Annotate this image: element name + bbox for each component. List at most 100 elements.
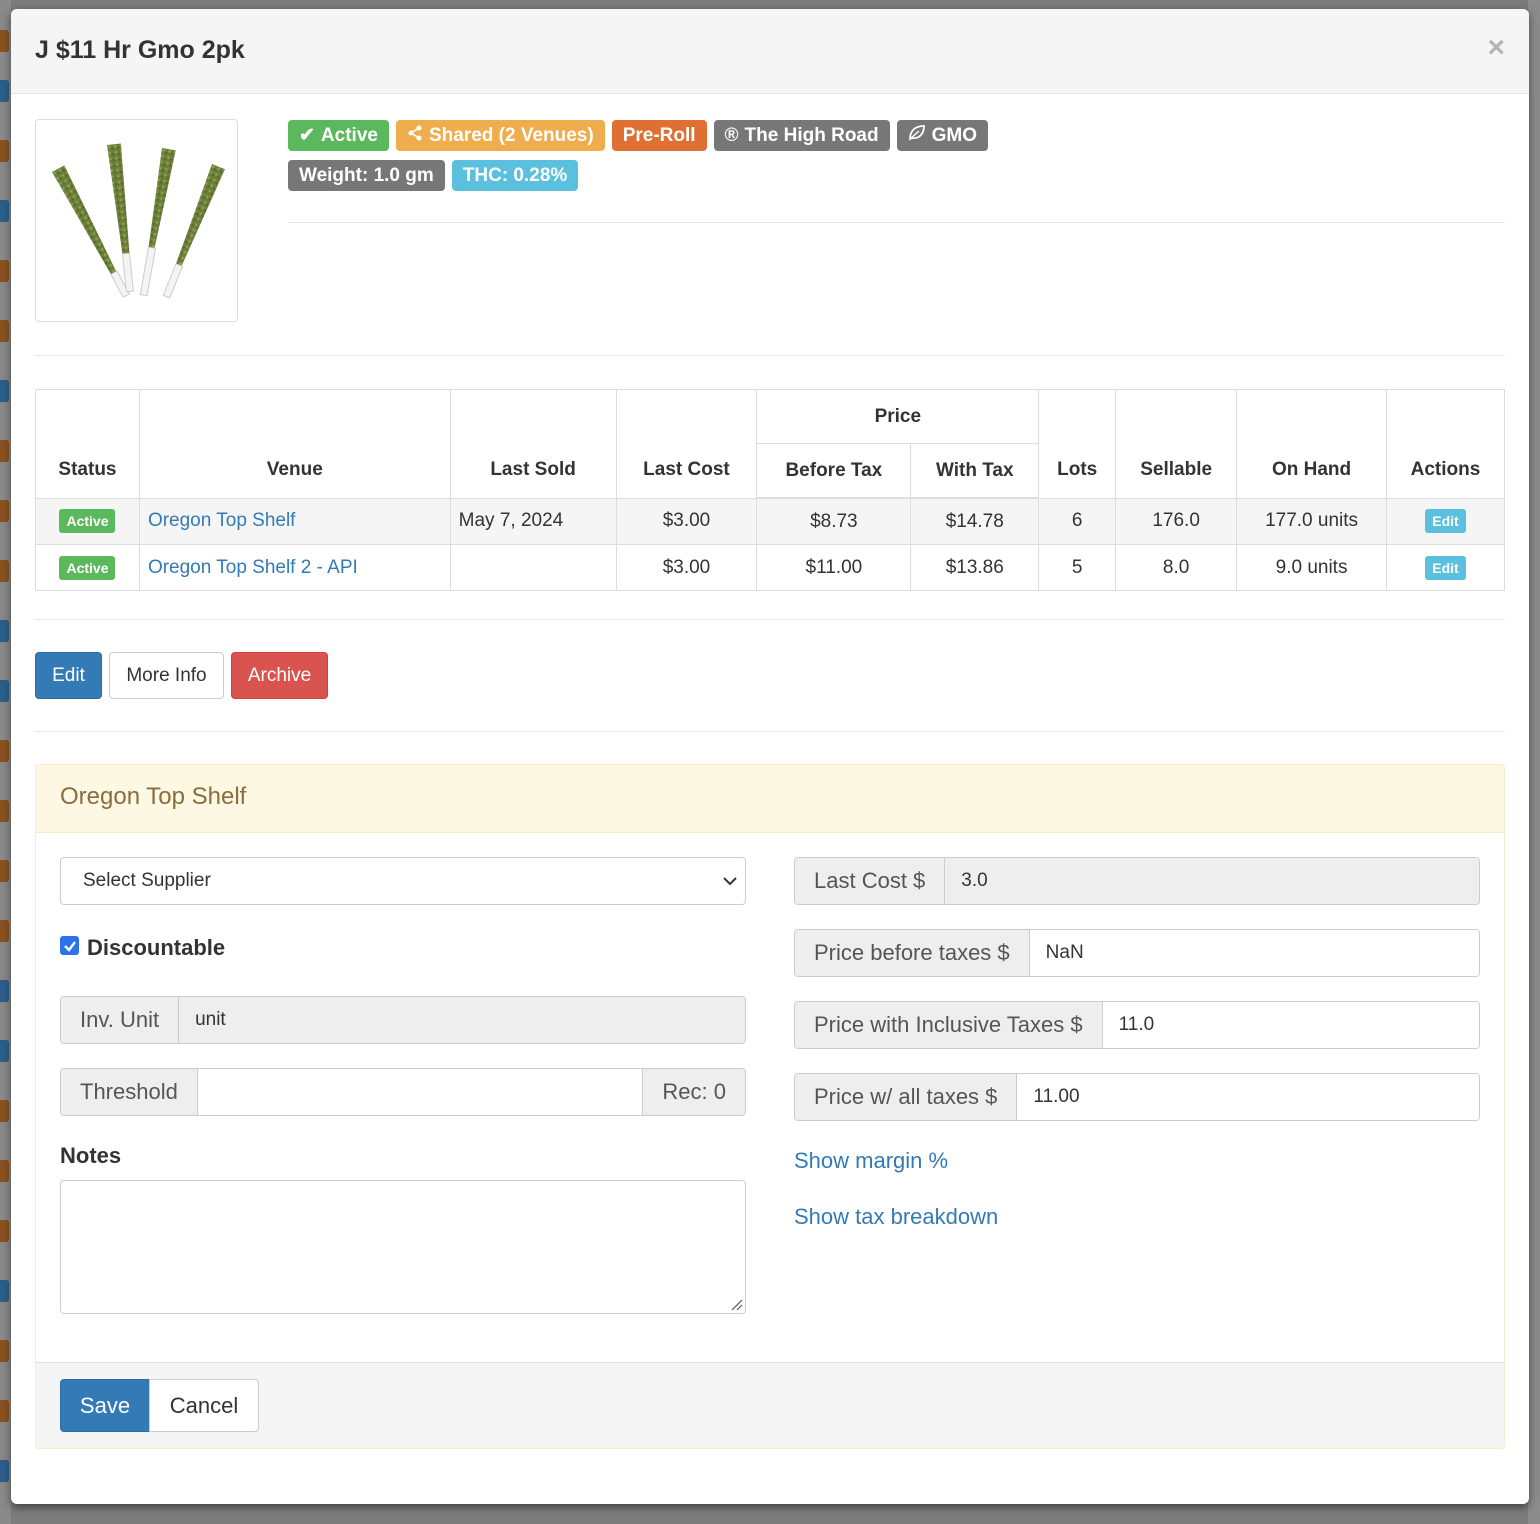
row-edit-button[interactable]: Edit [1425,555,1466,580]
price-before-taxes-group: Price before taxes $ NaN [794,929,1480,977]
last-cost-group: Last Cost $ 3.0 [794,857,1480,905]
divider [35,355,1505,356]
background-row-marker [0,980,9,1002]
background-row-marker [0,500,9,522]
background-row-marker [0,140,9,162]
venue-link[interactable]: Oregon Top Shelf [148,510,296,531]
last-sold-cell [449,544,617,591]
status-badge: Active [59,509,116,534]
table-row: Active Oregon Top Shelf May 7, 2024 $3.0… [35,497,1506,545]
background-row-marker [0,620,9,642]
background-row-marker [0,200,9,222]
inv-unit-field: unit [179,997,745,1043]
notes-label: Notes [60,1143,122,1168]
background-row-marker [0,1400,9,1422]
price-inclusive-taxes-label: Price with Inclusive Taxes $ [795,1002,1103,1048]
cancel-button[interactable]: Cancel [149,1379,259,1432]
share-icon [407,125,423,147]
background-row-marker [0,860,9,882]
inv-unit-label: Inv. Unit [61,997,180,1043]
badge-row-1: ✔ Active Shared (2 Venues) Pre-Roll ® Th… [288,120,988,151]
header-before-tax: Before Tax [756,443,912,499]
sellable-cell: 8.0 [1115,544,1238,591]
badge-row-2: Weight: 1.0 gm THC: 0.28% [288,160,579,191]
supplier-select[interactable]: Select Supplier [60,857,746,905]
category-badge: Pre-Roll [611,120,707,151]
background-row-marker [0,320,9,342]
background-row-marker [0,560,9,582]
show-tax-breakdown-link[interactable]: Show tax breakdown [794,1204,998,1230]
venues-table: Status Venue Last Sold Last Cost Price L… [35,389,1506,591]
divider [288,222,1505,223]
lots-cell: 6 [1038,497,1117,545]
background-row-marker [0,260,9,282]
show-margin-link[interactable]: Show margin % [794,1148,948,1174]
preroll-image [52,143,225,299]
price-before-taxes-input[interactable]: NaN [1029,930,1479,976]
on-hand-cell: 177.0 units [1236,497,1387,545]
close-icon[interactable]: × [1487,33,1505,63]
background-row-marker [0,380,9,402]
modal-header: J $11 Hr Gmo 2pk × [11,9,1529,94]
background-row-marker [0,1460,9,1482]
background-row-marker [0,1100,9,1122]
background-row-marker [0,1160,9,1182]
rec-label: Rec: 0 [642,1069,745,1115]
divider [35,619,1505,620]
last-cost-cell: $3.00 [615,497,758,545]
header-with-tax: With Tax [910,443,1040,499]
header-venue: Venue [138,389,451,499]
panel-heading: Oregon Top Shelf [36,765,1504,833]
check-icon: ✔ [299,125,315,146]
notes-textarea[interactable] [60,1180,746,1314]
background-row-marker [0,920,9,942]
archive-button[interactable]: Archive [231,652,328,699]
chevron-down-icon [723,877,737,886]
background-row-marker [0,800,9,822]
edit-button[interactable]: Edit [35,652,102,699]
background-row-marker [0,1340,9,1362]
modal-title: J $11 Hr Gmo 2pk [35,36,245,64]
weight-badge: Weight: 1.0 gm [288,160,445,191]
background-row-marker [0,740,9,762]
check-icon [63,940,76,952]
panel-title: Oregon Top Shelf [60,783,247,810]
venue-link[interactable]: Oregon Top Shelf 2 - API [148,557,358,578]
threshold-label: Threshold [61,1069,198,1115]
before-tax-cell: $8.73 [756,497,912,545]
with-tax-cell: $14.78 [910,497,1040,545]
last-cost-cell: $3.00 [615,544,758,591]
price-inclusive-taxes-input[interactable]: 11.0 [1102,1002,1479,1048]
background-row-marker [0,680,9,702]
product-image [35,119,238,322]
price-all-taxes-input[interactable]: 11.00 [1017,1074,1479,1120]
resize-handle-icon[interactable] [729,1297,743,1311]
brand-badge: ® The High Road [713,120,890,151]
header-last-cost: Last Cost [615,389,758,499]
with-tax-cell: $13.86 [910,544,1040,591]
price-before-taxes-label: Price before taxes $ [795,930,1030,976]
inv-unit-group: Inv. Unit unit [60,996,746,1044]
more-info-button[interactable]: More Info [109,652,224,699]
save-button[interactable]: Save [60,1379,150,1432]
row-edit-button[interactable]: Edit [1425,509,1466,534]
price-all-taxes-label: Price w/ all taxes $ [795,1074,1018,1120]
discountable-checkbox[interactable] [60,936,79,955]
lots-cell: 5 [1038,544,1117,591]
background-row-marker [0,1220,9,1242]
background-page-right [1528,0,1540,1524]
header-lots: Lots [1038,389,1117,499]
header-last-sold: Last Sold [449,389,617,499]
threshold-input[interactable] [197,1069,643,1115]
before-tax-cell: $11.00 [756,544,912,591]
header-status: Status [35,389,140,499]
background-row-marker [0,80,9,102]
sellable-cell: 176.0 [1115,497,1238,545]
status-badge: ✔ Active [288,120,389,151]
table-row: Active Oregon Top Shelf 2 - API $3.00 $1… [35,544,1506,591]
status-badge: Active [59,555,116,580]
price-all-taxes-group: Price w/ all taxes $ 11.00 [794,1073,1480,1121]
header-on-hand: On Hand [1236,389,1387,499]
leaf-icon [908,124,926,147]
divider [35,731,1505,732]
